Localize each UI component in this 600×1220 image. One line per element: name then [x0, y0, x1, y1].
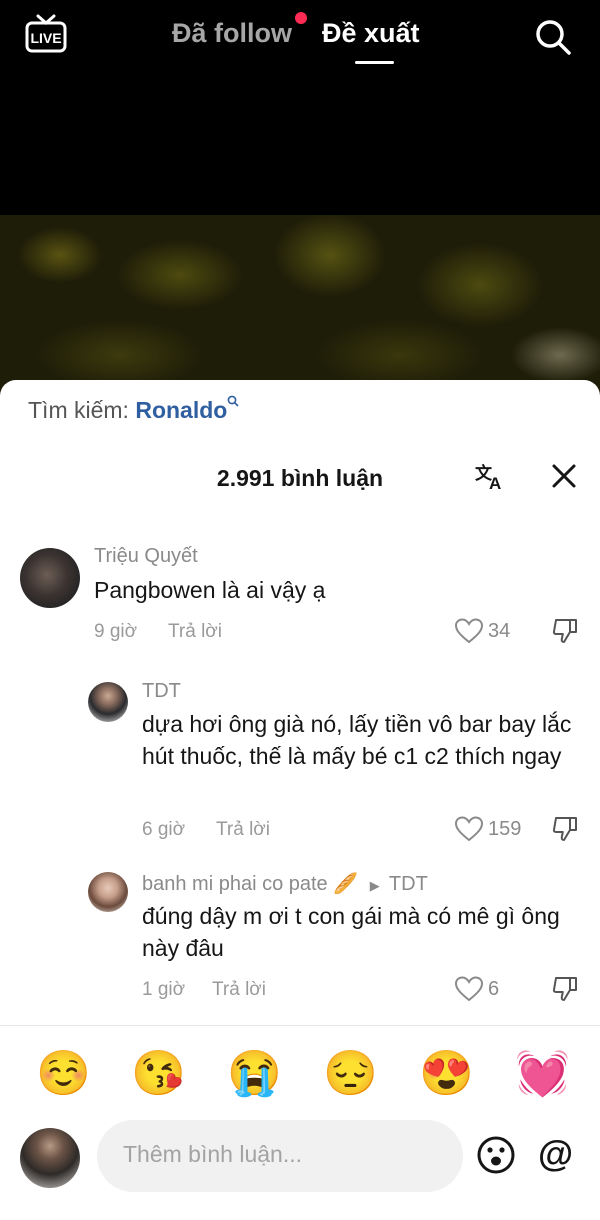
quick-emoji-smiling[interactable]: ☺️ [36, 1050, 91, 1098]
reply-button[interactable]: Trả lời [216, 819, 270, 841]
quick-emoji-pensive[interactable]: 😔 [323, 1050, 378, 1098]
search-suggestion[interactable]: Tìm kiếm: Ronaldo [28, 395, 239, 424]
comment-count: 2.991 bình luận [216, 465, 384, 491]
search-query[interactable]: Ronaldo [135, 397, 227, 423]
comment-time: 9 giờ [94, 621, 138, 642]
comment-author[interactable]: Triệu Quyết [94, 545, 198, 568]
close-icon[interactable] [550, 462, 578, 490]
avatar[interactable] [88, 872, 128, 912]
like-count: 34 [488, 620, 511, 642]
comment-author[interactable]: TDT [142, 680, 181, 703]
top-nav: LIVE Đã follow Đề xuất [0, 0, 600, 80]
comment-input-box[interactable] [97, 1120, 463, 1192]
search-prefix: Tìm kiếm: [28, 397, 129, 423]
comment-time: 1 giờ [142, 979, 186, 1000]
quick-emoji-crying[interactable]: 😭 [227, 1050, 282, 1098]
comment-text: Pangbowen là ai vậy ạ [94, 577, 326, 603]
heart-icon[interactable] [454, 975, 484, 1003]
dislike-icon[interactable] [551, 617, 579, 645]
reply-to-author[interactable]: TDT [389, 873, 428, 895]
reply-arrow-icon: ▶ [369, 878, 380, 893]
dislike-icon[interactable] [551, 975, 579, 1003]
quick-emoji-heart[interactable]: 💓 [515, 1050, 570, 1098]
small-search-icon [227, 395, 239, 407]
comment-author[interactable]: banh mi phai co pate 🥖 [142, 873, 358, 895]
like-count: 159 [488, 818, 522, 840]
reply-button[interactable]: Trả lời [212, 979, 266, 1001]
heart-icon[interactable] [454, 815, 484, 843]
avatar[interactable] [20, 548, 80, 608]
dislike-icon[interactable] [551, 815, 579, 843]
comment-text: dựa hơi ông già nó, lấy tiền vô bar bay … [142, 711, 572, 769]
search-icon[interactable] [533, 17, 573, 57]
quick-emoji-heart-eyes[interactable]: 😍 [419, 1050, 474, 1098]
reply-button[interactable]: Trả lời [168, 621, 222, 643]
comment-author-line: banh mi phai co pate 🥖 ▶ TDT [142, 871, 428, 896]
translate-icon[interactable]: 文 A [474, 461, 508, 491]
user-avatar[interactable] [20, 1128, 80, 1188]
notification-dot [295, 12, 307, 24]
svg-text:A: A [489, 474, 501, 491]
mention-button[interactable]: @ [538, 1133, 573, 1175]
svg-text:LIVE: LIVE [30, 30, 61, 46]
emoji-picker-icon[interactable] [476, 1135, 516, 1175]
live-icon[interactable]: LIVE [24, 14, 68, 56]
tab-following[interactable]: Đã follow [172, 18, 292, 49]
comment-input[interactable] [121, 1140, 445, 1169]
tab-for-you[interactable]: Đề xuất [322, 18, 420, 49]
video-preview[interactable] [0, 215, 600, 405]
comment-time: 6 giờ [142, 819, 186, 840]
quick-emoji-kiss[interactable]: 😘 [131, 1050, 186, 1098]
divider [0, 1025, 600, 1026]
comment-text: đúng dậy m ơi t con gái mà có mê gì ông … [142, 903, 560, 961]
heart-icon[interactable] [454, 617, 484, 645]
like-count: 6 [488, 978, 500, 1000]
active-tab-indicator [355, 61, 394, 64]
avatar[interactable] [88, 682, 128, 722]
